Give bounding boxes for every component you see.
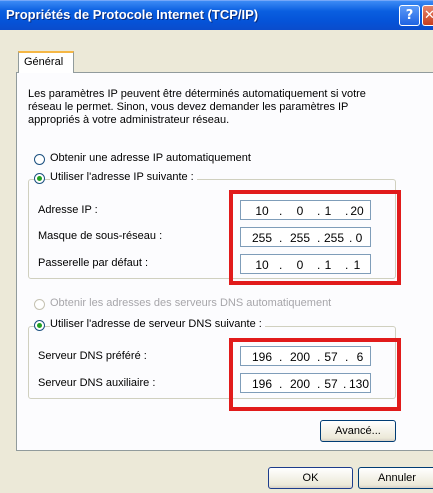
cancel-button[interactable]: Annuler	[358, 467, 433, 489]
title-bar[interactable]: Propriétés de Protocole Internet (TCP/IP…	[0, 0, 433, 30]
ok-button[interactable]: OK	[268, 467, 353, 489]
ip-auto-radio[interactable]	[34, 154, 45, 165]
dns-auto-radio[interactable]	[34, 299, 45, 310]
tab-general-label: Général	[24, 56, 64, 68]
help-icon: ?	[405, 8, 414, 23]
subnet-mask-label: Masque de sous-réseau :	[38, 230, 163, 242]
advanced-button-label: Avancé...	[335, 425, 381, 437]
intro-line-2: réseau le permet. Sinon, vous devez dema…	[28, 101, 349, 113]
dns-manual-label[interactable]: Utiliser l'adresse de serveur DNS suivan…	[50, 318, 265, 330]
ip-manual-radio[interactable]	[34, 173, 45, 184]
help-button[interactable]: ?	[399, 5, 420, 26]
tab-general[interactable]: Général	[18, 51, 74, 73]
advanced-button[interactable]: Avancé...	[320, 420, 396, 442]
intro-line-1: Les paramètres IP peuvent être déterminé…	[28, 88, 366, 100]
gateway-label: Passerelle par défaut :	[38, 257, 149, 269]
close-icon: ✕	[424, 8, 433, 23]
intro-line-3: appropriés à votre administrateur réseau…	[28, 114, 230, 126]
highlight-box-dns	[229, 338, 401, 411]
window-title: Propriétés de Protocole Internet (TCP/IP…	[6, 7, 259, 22]
dns-manual-radio[interactable]	[34, 320, 45, 331]
alternate-dns-label: Serveur DNS auxiliaire :	[38, 377, 156, 389]
radio-selected-dot	[37, 323, 42, 328]
close-button[interactable]: ✕	[422, 5, 433, 26]
ok-button-label: OK	[302, 472, 319, 484]
ip-address-label: Adresse IP :	[38, 204, 98, 216]
radio-selected-dot	[37, 176, 42, 181]
ip-auto-label[interactable]: Obtenir une adresse IP automatiquement	[50, 152, 251, 164]
ip-manual-label[interactable]: Utiliser l'adresse IP suivante :	[50, 171, 197, 183]
dns-auto-label[interactable]: Obtenir les adresses des serveurs DNS au…	[50, 297, 331, 309]
cancel-button-label: Annuler	[378, 472, 416, 484]
preferred-dns-label: Serveur DNS préféré :	[38, 350, 147, 362]
highlight-box-ip	[229, 190, 401, 285]
intro-text: Les paramètres IP peuvent être déterminé…	[28, 88, 366, 127]
